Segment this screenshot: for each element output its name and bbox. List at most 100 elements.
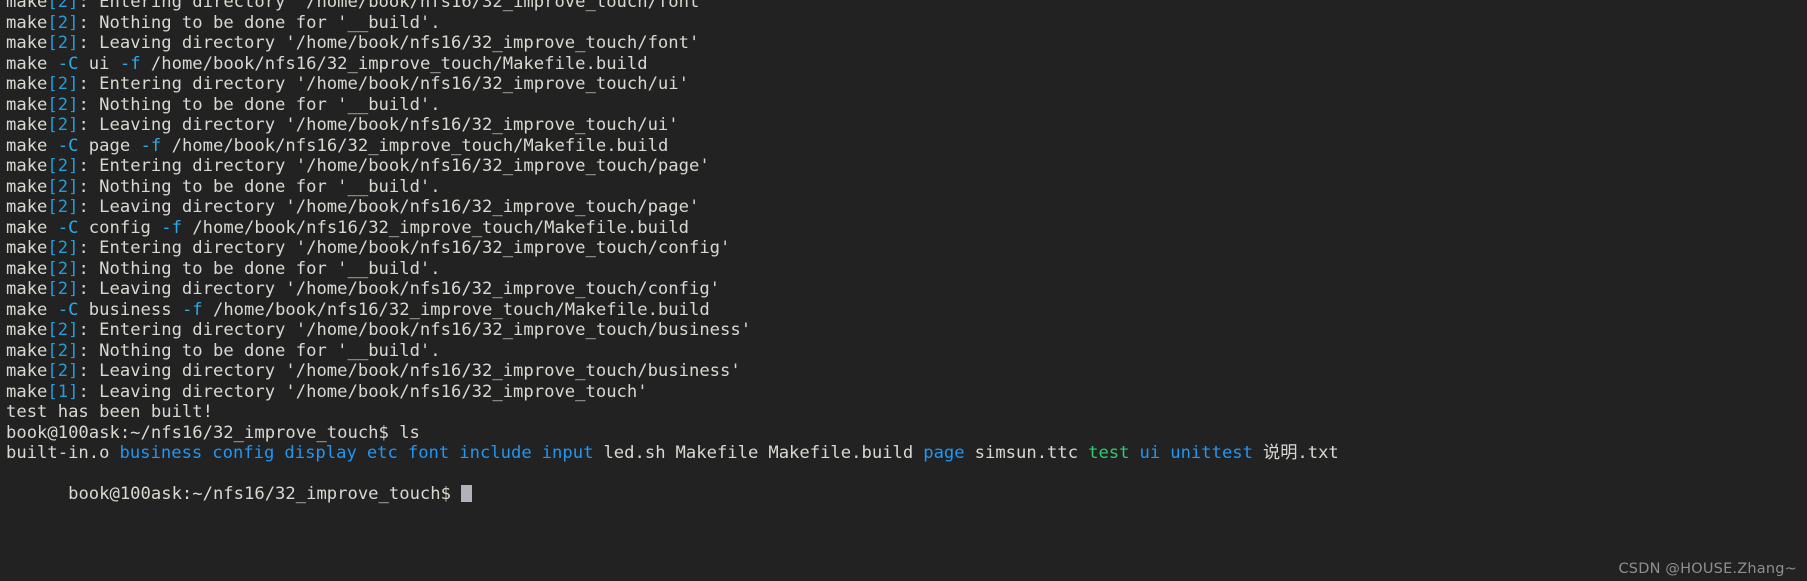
line-segment-default: : Nothing to be done for '__build'. [78, 94, 441, 115]
line-segment-default: make [6, 197, 48, 217]
ls-entry-gap [1130, 443, 1140, 464]
line-segment-default: make [6, 238, 48, 258]
line-segment-default: ui [78, 53, 120, 74]
line-segment-default: make [6, 299, 58, 320]
line-segment-level: [2] [47, 238, 79, 258]
line-segment-default: make [6, 33, 48, 53]
line-segment-default: make [6, 279, 48, 299]
line-segment-level: [2] [47, 0, 79, 12]
line-segment-flag: -f [181, 299, 203, 320]
line-segment-default: make [6, 156, 48, 176]
ls-entry-gap [398, 443, 408, 464]
text-cursor [461, 485, 473, 502]
terminal-output-lines: make[2]: Entering directory '/home/book/… [6, 0, 1807, 443]
line-segment-default: : Nothing to be done for '__build'. [78, 340, 441, 361]
ls-entry-dir: config [212, 443, 275, 463]
terminal-line: make[2]: Entering directory '/home/book/… [6, 156, 1807, 177]
line-segment-default: : Nothing to be done for '__build'. [78, 176, 441, 197]
line-segment-default: : Leaving directory '/home/book/nfs16/32… [78, 197, 700, 217]
line-segment-level: [2] [47, 33, 79, 53]
line-segment-default: /home/book/nfs16/32_improve_touch/Makefi… [161, 135, 669, 156]
terminal-line: make[2]: Nothing to be done for '__build… [6, 95, 1807, 116]
terminal-line: make[2]: Entering directory '/home/book/… [6, 238, 1807, 259]
line-segment-default: : Nothing to be done for '__build'. [78, 12, 441, 33]
terminal-line: make[1]: Leaving directory '/home/book/n… [6, 382, 1807, 403]
terminal-line: make -C ui -f /home/book/nfs16/32_improv… [6, 54, 1807, 75]
line-segment-default: /home/book/nfs16/32_improve_touch/Makefi… [181, 217, 689, 238]
terminal-line: make[2]: Nothing to be done for '__build… [6, 177, 1807, 198]
line-segment-default: make [6, 361, 48, 381]
line-segment-level: [2] [47, 320, 79, 340]
line-segment-level: [2] [47, 361, 79, 381]
ls-entry-dir: include [459, 443, 532, 463]
line-segment-flag: -C [57, 217, 79, 238]
line-segment-default: make [6, 115, 48, 135]
line-segment-default: : Entering directory '/home/book/nfs16/3… [78, 156, 710, 176]
line-segment-default: make [6, 135, 58, 156]
line-segment-default: : Leaving directory '/home/book/nfs16/32… [78, 279, 721, 299]
ls-entry-gap [965, 443, 975, 464]
terminal-line: make -C business -f /home/book/nfs16/32_… [6, 300, 1807, 321]
line-segment-level: [2] [47, 176, 79, 197]
csdn-watermark: CSDN @HOUSE.Zhang~ [1618, 561, 1797, 577]
ls-entry-file: Makefile.build [768, 443, 914, 463]
line-segment-level: [2] [47, 197, 79, 217]
terminal-prompt-line[interactable]: book@100ask:~/nfs16/32_improve_touch$ [6, 464, 1807, 504]
ls-entry-file: Makefile [675, 443, 759, 463]
line-segment-level: [2] [47, 258, 79, 279]
line-segment-default: make [6, 217, 58, 238]
terminal-line: make[2]: Entering directory '/home/book/… [6, 0, 1807, 13]
line-segment-default: test has been built! [6, 402, 213, 422]
line-segment-default: /home/book/nfs16/32_improve_touch/Makefi… [140, 53, 648, 74]
ls-entry-gap [532, 443, 542, 464]
terminal-line: make[2]: Leaving directory '/home/book/n… [6, 361, 1807, 382]
line-segment-default: make [6, 381, 48, 402]
line-segment-default: config [78, 217, 162, 238]
line-segment-flag: -C [57, 53, 79, 74]
line-segment-default: make [6, 53, 58, 74]
terminal-line: make -C page -f /home/book/nfs16/32_impr… [6, 136, 1807, 157]
line-segment-default: make [6, 258, 48, 279]
line-segment-default: : Entering directory '/home/book/nfs16/3… [78, 74, 689, 94]
ls-entry-gap [202, 443, 212, 464]
terminal-line: make -C config -f /home/book/nfs16/32_im… [6, 218, 1807, 239]
terminal-window[interactable]: make[2]: Entering directory '/home/book/… [0, 0, 1807, 581]
line-segment-flag: -f [119, 53, 141, 74]
ls-entry-dir: business [119, 443, 203, 463]
terminal-line: make[2]: Entering directory '/home/book/… [6, 320, 1807, 341]
line-segment-level: [2] [47, 94, 79, 115]
terminal-screen-buffer[interactable]: make[2]: Entering directory '/home/book/… [0, 0, 1807, 504]
line-segment-default: : Leaving directory '/home/book/nfs16/32… [78, 381, 648, 402]
line-segment-default: make [6, 0, 48, 12]
ls-entry-dir: page [923, 443, 965, 463]
line-segment-default: make [6, 176, 48, 197]
line-segment-default: business [78, 299, 182, 320]
line-segment-default: make [6, 320, 48, 340]
terminal-line: make[2]: Leaving directory '/home/book/n… [6, 197, 1807, 218]
terminal-line: make[2]: Leaving directory '/home/book/n… [6, 279, 1807, 300]
line-segment-default: book@100ask:~/nfs16/32_improve_touch$ ls [6, 422, 420, 443]
ls-entry-dir: ui [1139, 443, 1161, 463]
line-segment-flag: -f [140, 135, 162, 156]
line-segment-level: [2] [47, 12, 79, 33]
line-segment-default: make [6, 94, 48, 115]
ls-entry-file: 说明.txt [1263, 443, 1339, 463]
ls-entry-gap [1253, 443, 1263, 464]
ls-entry-file: simsun.ttc [974, 443, 1079, 463]
terminal-line: test has been built! [6, 402, 1807, 423]
ls-entry-gap [593, 443, 603, 464]
ls-entry-gap [274, 443, 284, 464]
terminal-line: make[2]: Nothing to be done for '__build… [6, 259, 1807, 280]
ls-entry-gap [913, 443, 923, 464]
line-segment-flag: -C [57, 135, 79, 156]
ls-output-line: built-in.o business config display etc f… [6, 443, 1807, 464]
ls-entry-file: led.sh [603, 443, 666, 463]
line-segment-default: page [78, 135, 141, 156]
line-segment-default: make [6, 12, 48, 33]
line-segment-default: make [6, 74, 48, 94]
line-segment-default: : Leaving directory '/home/book/nfs16/32… [78, 33, 700, 53]
terminal-line: make[2]: Entering directory '/home/book/… [6, 74, 1807, 95]
ls-entry-gap [1078, 443, 1088, 464]
line-segment-default: : Entering directory '/home/book/nfs16/3… [78, 320, 752, 340]
ls-entry-gap [1160, 443, 1170, 464]
